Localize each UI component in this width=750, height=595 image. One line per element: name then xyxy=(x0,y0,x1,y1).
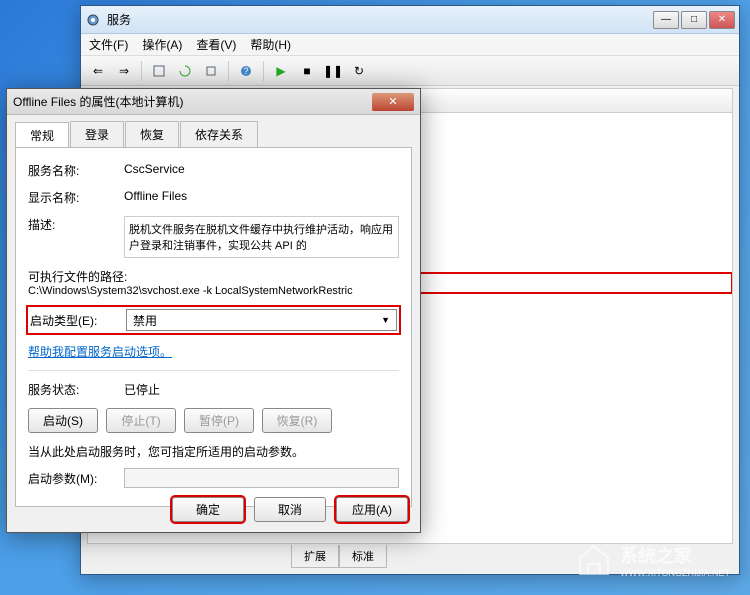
label-exe-path: 可执行文件的路径: xyxy=(28,268,399,285)
menubar: 文件(F) 操作(A) 查看(V) 帮助(H) xyxy=(81,34,739,56)
window-title: 服务 xyxy=(107,11,653,28)
dialog-footer: 确定 取消 应用(A) xyxy=(172,497,408,522)
menu-help[interactable]: 帮助(H) xyxy=(250,36,291,53)
titlebar[interactable]: 服务 — □ ✕ xyxy=(81,6,739,34)
tab-recovery[interactable]: 恢复 xyxy=(125,121,179,147)
tab-general[interactable]: 常规 xyxy=(15,122,69,148)
menu-view[interactable]: 查看(V) xyxy=(196,36,236,53)
tab-extended[interactable]: 扩展 xyxy=(291,545,339,568)
dialog-titlebar[interactable]: Offline Files 的属性(本地计算机) ✕ xyxy=(7,89,420,115)
pause-icon[interactable]: ❚❚ xyxy=(322,60,344,82)
tab-dependencies[interactable]: 依存关系 xyxy=(180,121,258,147)
label-service-status: 服务状态: xyxy=(28,381,124,398)
value-service-name: CscService xyxy=(124,162,399,176)
menu-file[interactable]: 文件(F) xyxy=(89,36,128,53)
startup-type-combo[interactable]: 禁用 ▼ xyxy=(126,309,397,331)
svg-text:?: ? xyxy=(243,66,248,76)
gear-icon xyxy=(85,12,101,28)
resume-button: 恢复(R) xyxy=(262,408,332,433)
toolbar-icon[interactable] xyxy=(148,60,170,82)
dialog-close-button[interactable]: ✕ xyxy=(372,93,414,111)
cancel-button[interactable]: 取消 xyxy=(254,497,326,522)
restart-icon[interactable]: ↻ xyxy=(348,60,370,82)
chevron-down-icon: ▼ xyxy=(381,315,390,325)
dialog-title: Offline Files 的属性(本地计算机) xyxy=(13,93,372,110)
startup-type-value: 禁用 xyxy=(133,312,157,329)
properties-dialog: Offline Files 的属性(本地计算机) ✕ 常规 登录 恢复 依存关系… xyxy=(6,88,421,533)
house-icon xyxy=(574,540,614,580)
menu-action[interactable]: 操作(A) xyxy=(142,36,182,53)
close-button[interactable]: ✕ xyxy=(709,11,735,29)
toolbar: ⇐ ⇒ ? ▶ ■ ❚❚ ↻ xyxy=(81,56,739,86)
label-startup-type: 启动类型(E): xyxy=(30,312,126,329)
tab-standard[interactable]: 标准 xyxy=(339,545,387,568)
label-description: 描述: xyxy=(28,216,124,233)
value-exe-path: C:\Windows\System32\svchost.exe -k Local… xyxy=(28,285,399,297)
refresh-icon[interactable] xyxy=(174,60,196,82)
watermark-text: 系统之家 xyxy=(620,542,730,568)
tab-logon[interactable]: 登录 xyxy=(70,121,124,147)
value-display-name: Offline Files xyxy=(124,189,399,203)
bottom-tabs: 扩展 标准 xyxy=(291,545,387,568)
forward-icon[interactable]: ⇒ xyxy=(113,60,135,82)
help-icon[interactable]: ? xyxy=(235,60,257,82)
stop-button: 停止(T) xyxy=(106,408,176,433)
minimize-button[interactable]: — xyxy=(653,11,679,29)
pause-button: 暂停(P) xyxy=(184,408,254,433)
label-start-params: 启动参数(M): xyxy=(28,470,124,487)
startup-type-row: 启动类型(E): 禁用 ▼ xyxy=(28,307,399,333)
label-service-name: 服务名称: xyxy=(28,162,124,179)
dialog-body: 服务名称: CscService 显示名称: Offline Files 描述:… xyxy=(15,147,412,507)
start-params-input xyxy=(124,468,399,488)
export-icon[interactable] xyxy=(200,60,222,82)
control-buttons: 启动(S) 停止(T) 暂停(P) 恢复(R) xyxy=(28,408,399,433)
dialog-tabs: 常规 登录 恢复 依存关系 xyxy=(15,121,412,147)
watermark-url: WWW.XITONGZHIJIA.NET xyxy=(620,568,730,578)
back-icon[interactable]: ⇐ xyxy=(87,60,109,82)
label-display-name: 显示名称: xyxy=(28,189,124,206)
play-icon[interactable]: ▶ xyxy=(270,60,292,82)
maximize-button[interactable]: □ xyxy=(681,11,707,29)
ok-button[interactable]: 确定 xyxy=(172,497,244,522)
window-controls: — □ ✕ xyxy=(653,11,735,29)
start-button[interactable]: 启动(S) xyxy=(28,408,98,433)
tip-text: 当从此处启动服务时，您可指定所适用的启动参数。 xyxy=(28,443,399,460)
stop-icon[interactable]: ■ xyxy=(296,60,318,82)
value-service-status: 已停止 xyxy=(124,381,399,398)
value-description[interactable]: 脱机文件服务在脱机文件缓存中执行维护活动，响应用户登录和注销事件，实现公共 AP… xyxy=(124,216,399,258)
apply-button[interactable]: 应用(A) xyxy=(336,497,408,522)
watermark: 系统之家 WWW.XITONGZHIJIA.NET xyxy=(574,540,730,580)
help-link[interactable]: 帮助我配置服务启动选项。 xyxy=(28,345,172,359)
